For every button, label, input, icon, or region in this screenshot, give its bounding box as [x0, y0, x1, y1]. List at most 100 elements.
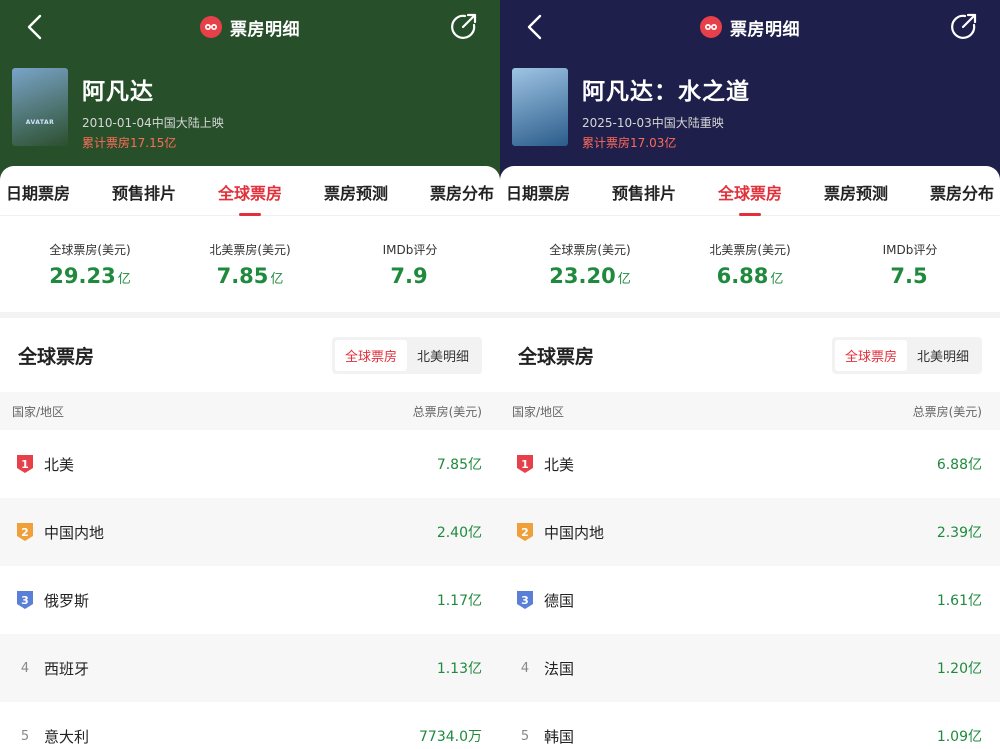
toggle-north-america-button[interactable]: 北美明细 — [407, 340, 479, 371]
table-row[interactable]: 3 德国 1.61亿 — [500, 566, 1000, 634]
stat-item: 全球票房(美元) 29.23 亿 — [15, 241, 165, 288]
brand: 票房明细 — [700, 15, 800, 40]
movie-poster[interactable] — [512, 68, 568, 146]
back-arrow-icon[interactable] — [22, 12, 48, 42]
tab-1[interactable]: 预售排片 — [612, 178, 676, 204]
section-header: 全球票房 全球票房 北美明细 — [500, 318, 1000, 392]
top-bar: 票房明细 — [0, 0, 500, 54]
rank-number: 3 — [521, 593, 529, 607]
rank-badge-icon: 3 — [516, 590, 534, 610]
stat-number: 7.9 — [390, 263, 428, 288]
country-name: 俄罗斯 — [44, 591, 90, 610]
box-office-amount: 7734.0万 — [419, 729, 482, 745]
stat-value: 7.85 亿 — [175, 264, 325, 288]
box-office-amount: 2.40亿 — [436, 525, 482, 541]
table-row[interactable]: 1 北美 7.85亿 — [0, 430, 500, 498]
tab-0[interactable]: 日期票房 — [506, 178, 570, 204]
rank-number: 4 — [20, 660, 30, 676]
cumulative-box-office: 累计票房17.15亿 — [82, 136, 177, 150]
release-date: 2010-01-04中国大陆上映 — [82, 116, 224, 130]
box-office-amount: 1.13亿 — [436, 661, 482, 677]
toggle-north-america-button[interactable]: 北美明细 — [907, 340, 979, 371]
column-header-total: 总票房(美元) — [912, 404, 982, 419]
table-row[interactable]: 2 中国内地 2.39亿 — [500, 498, 1000, 566]
section-title: 全球票房 — [18, 345, 95, 368]
section-header: 全球票房 全球票房 北美明细 — [0, 318, 500, 392]
share-icon[interactable] — [448, 12, 478, 42]
table-row[interactable]: 2 中国内地 2.40亿 — [0, 498, 500, 566]
rank-number: 1 — [521, 457, 529, 471]
table-row[interactable]: 5 韩国 1.09亿 — [500, 702, 1000, 749]
table-row[interactable]: 4 法国 1.20亿 — [500, 634, 1000, 702]
box-office-amount: 1.09亿 — [936, 729, 982, 745]
poster-wordmark: AVATAR — [25, 119, 55, 126]
tab-4[interactable]: 票房分布 — [930, 178, 994, 204]
tab-1[interactable]: 预售排片 — [112, 178, 176, 204]
country-name: 西班牙 — [44, 659, 90, 678]
region-list: 1 北美 6.88亿 2 中国内地 2.39亿 3 德国 1.61亿 4 法国 1.20亿 5 韩国 1.0… — [500, 430, 1000, 749]
table-row[interactable]: 5 意大利 7734.0万 — [0, 702, 500, 749]
tab-3[interactable]: 票房预测 — [324, 178, 388, 204]
stats-summary: 全球票房(美元) 23.20 亿北美票房(美元) 6.88 亿 IMDb评分 7.5 — [500, 216, 1000, 312]
movie-title: 阿凡达：水之道 — [582, 79, 750, 105]
box-office-panel: 票房明细 阿凡达：水之道 2025-10-03中国大陆重映 累计票房17.03亿 — [500, 0, 1000, 749]
stat-value: 7.5 — [835, 264, 985, 288]
tab-2[interactable]: 全球票房 — [218, 178, 282, 204]
country-name: 北美 — [44, 455, 75, 474]
stat-value: 23.20 亿 — [515, 264, 665, 288]
rank-number: 2 — [521, 525, 529, 539]
table-row[interactable]: 4 西班牙 1.13亿 — [0, 634, 500, 702]
region-list: 1 北美 7.85亿 2 中国内地 2.40亿 3 俄罗斯 1.17亿 4 西班牙 1.13亿 5 意大利… — [0, 430, 500, 749]
stat-label: 北美票房(美元) — [209, 242, 291, 257]
top-bar: 票房明细 — [500, 0, 1000, 54]
table-header: 国家/地区 总票房(美元) — [500, 392, 1000, 430]
box-office-amount: 1.20亿 — [936, 661, 982, 677]
box-office-amount: 1.17亿 — [436, 593, 482, 609]
table-row[interactable]: 3 俄罗斯 1.17亿 — [0, 566, 500, 634]
toggle-global-button[interactable]: 全球票房 — [834, 339, 907, 371]
back-arrow-icon[interactable] — [522, 12, 548, 42]
stat-value: 29.23 亿 — [15, 264, 165, 288]
stat-number: 7.85 — [216, 263, 269, 288]
rank-number: 5 — [520, 728, 530, 744]
brand: 票房明细 — [200, 15, 300, 40]
rank-badge-icon: 1 — [516, 454, 534, 474]
country-name: 北美 — [544, 455, 575, 474]
country-name: 中国内地 — [44, 523, 105, 542]
movie-header: 票房明细 AVATAR 阿凡达 2010-01-04中国大陆上映 累计票房17.… — [0, 0, 500, 190]
region-toggle: 全球票房 北美明细 — [831, 336, 982, 374]
rank-number: 3 — [21, 593, 29, 607]
table-row[interactable]: 1 北美 6.88亿 — [500, 430, 1000, 498]
stat-item: IMDb评分 7.9 — [335, 241, 485, 288]
stat-number: 29.23 — [49, 263, 116, 288]
maoyan-logo-icon — [700, 16, 722, 38]
cumulative-box-office: 累计票房17.03亿 — [582, 136, 677, 150]
stat-item: 北美票房(美元) 7.85 亿 — [175, 241, 325, 288]
stat-unit: 亿 — [270, 271, 284, 287]
tab-4[interactable]: 票房分布 — [430, 178, 494, 204]
stat-unit: 亿 — [770, 271, 784, 287]
stat-label: 全球票房(美元) — [49, 242, 131, 257]
column-header-region: 国家/地区 — [512, 404, 565, 419]
box-office-amount: 6.88亿 — [936, 457, 982, 473]
movie-poster[interactable]: AVATAR — [12, 68, 68, 146]
column-header-region: 国家/地区 — [12, 404, 65, 419]
stat-unit: 亿 — [617, 271, 631, 287]
box-office-amount: 7.85亿 — [436, 457, 482, 473]
rank-number: 1 — [21, 457, 29, 471]
maoyan-logo-icon — [200, 16, 222, 38]
column-header-total: 总票房(美元) — [412, 404, 482, 419]
country-name: 意大利 — [44, 727, 90, 746]
stat-item: 全球票房(美元) 23.20 亿 — [515, 241, 665, 288]
tab-3[interactable]: 票房预测 — [824, 178, 888, 204]
rank-number: 4 — [520, 660, 530, 676]
toggle-global-button[interactable]: 全球票房 — [334, 339, 407, 371]
tab-bar: 日期票房 预售排片 全球票房 票房预测 票房分布 — [0, 166, 500, 216]
movie-header: 票房明细 阿凡达：水之道 2025-10-03中国大陆重映 累计票房17.03亿 — [500, 0, 1000, 190]
stat-value: 7.9 — [335, 264, 485, 288]
country-name: 韩国 — [544, 727, 575, 746]
tab-0[interactable]: 日期票房 — [6, 178, 70, 204]
share-icon[interactable] — [948, 12, 978, 42]
tab-2[interactable]: 全球票房 — [718, 178, 782, 204]
box-office-amount: 2.39亿 — [936, 525, 982, 541]
